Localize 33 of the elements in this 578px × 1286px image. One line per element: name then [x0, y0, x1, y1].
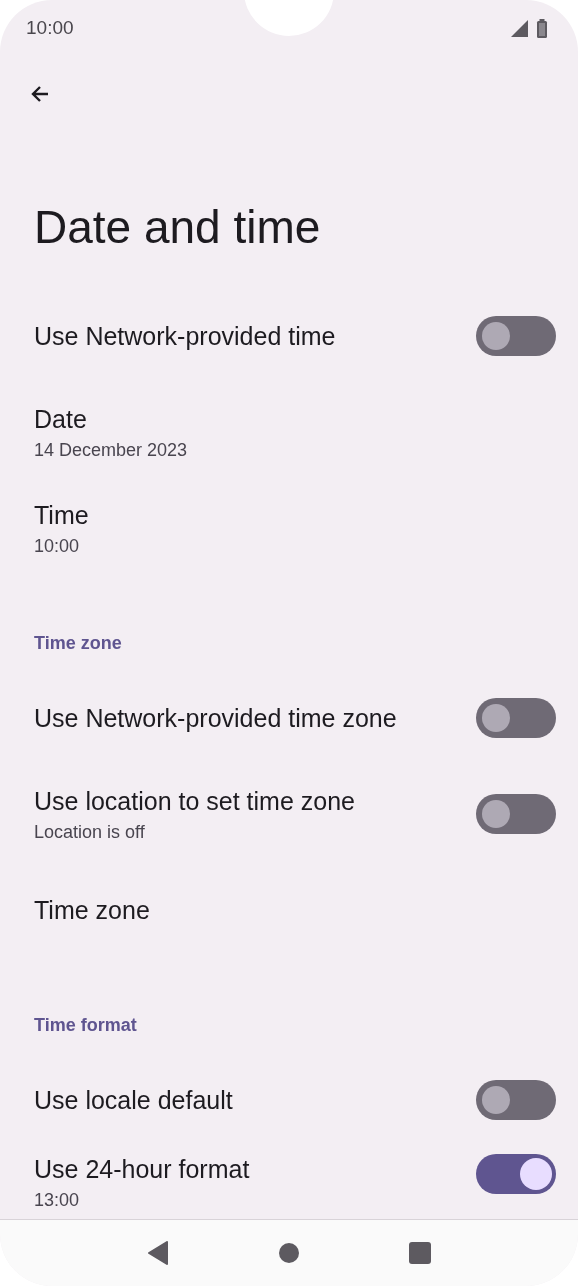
settings-row[interactable]: Time 10:00 — [0, 480, 578, 576]
settings-row[interactable]: Use locale default — [0, 1052, 578, 1148]
settings-row[interactable]: Use location to set time zone Location is off — [0, 766, 578, 862]
row-summary: 13:00 — [34, 1190, 81, 1210]
status-time: 10:00 — [26, 17, 74, 39]
signal-icon — [511, 19, 528, 37]
home-icon[interactable] — [279, 1243, 299, 1263]
row-title: Time — [34, 500, 89, 530]
settings-row[interactable]: Use Network-provided time — [0, 288, 578, 384]
row-title: Use location to set time zone — [34, 786, 355, 816]
row-title: Use 24-hour format — [34, 1154, 250, 1184]
toggle-switch[interactable] — [476, 698, 556, 738]
page-title: Date and time — [34, 200, 322, 255]
toggle-switch[interactable] — [476, 1080, 556, 1120]
section-header: Time format — [33, 1014, 138, 1037]
toggle-switch[interactable] — [476, 316, 556, 356]
settings-row[interactable]: Use 24-hour format 13:00 — [0, 1148, 578, 1210]
row-title: Use locale default — [34, 1085, 233, 1115]
toggle-switch[interactable] — [476, 1154, 556, 1194]
battery-icon — [536, 18, 548, 38]
row-summary: 14 December 2023 — [34, 440, 188, 460]
row-title: Use Network-provided time — [34, 321, 336, 351]
settings-row[interactable]: Time zone — [0, 862, 578, 958]
settings-row[interactable]: Date 14 December 2023 — [0, 384, 578, 480]
row-title: Date — [34, 404, 88, 434]
row-title: Use Network-provided time zone — [34, 703, 397, 733]
row-title: Time zone — [34, 895, 150, 925]
row-summary: 10:00 — [34, 536, 81, 556]
row-summary: Location is off — [34, 822, 146, 842]
settings-row[interactable]: Use Network-provided time zone — [0, 670, 578, 766]
back-icon[interactable] — [147, 1241, 169, 1265]
toggle-switch[interactable] — [476, 794, 556, 834]
section-header: Time zone — [33, 632, 123, 655]
